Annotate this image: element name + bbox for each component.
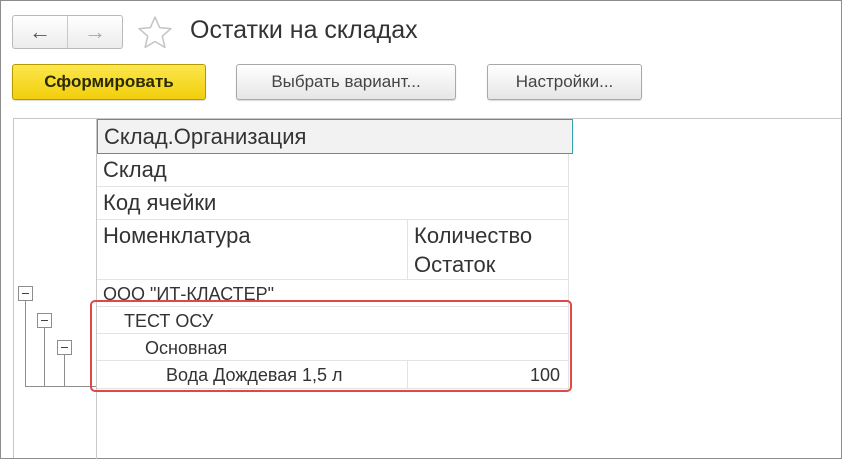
header-nomenclature[interactable]: Номенклатура (97, 220, 408, 280)
forward-button[interactable]: → (67, 16, 122, 48)
tree-line (64, 354, 65, 386)
arrow-left-icon: ← (29, 19, 51, 44)
tree-line (25, 386, 96, 387)
header-warehouse-organization[interactable]: Склад.Организация (97, 119, 573, 154)
collapse-cell-code-toggle[interactable] (57, 340, 72, 355)
row-organization[interactable]: ООО "ИТ-КЛАСТЕР" (97, 280, 569, 307)
row-warehouse[interactable]: ТЕСТ ОСУ (97, 307, 569, 334)
arrow-right-icon: → (84, 19, 106, 44)
navigation-buttons: ← → (12, 15, 123, 49)
row-item-name[interactable]: Вода Дождевая 1,5 л (97, 361, 408, 389)
favorite-star-icon[interactable] (137, 15, 173, 51)
back-button[interactable]: ← (13, 16, 67, 48)
report-table: Склад.Организация Склад Код ячейки Номен… (13, 118, 841, 459)
row-item-quantity[interactable]: 100 (408, 361, 569, 389)
page-title: Остатки на складах (190, 16, 418, 44)
settings-button[interactable]: Настройки... (487, 64, 642, 100)
report-window: ← → Остатки на складах Сформировать Выбр… (0, 0, 842, 459)
tree-line (25, 300, 26, 386)
header-quantity-balance[interactable]: Количество Остаток (408, 220, 569, 280)
header-balance-label: Остаток (414, 252, 496, 277)
header-cell-code[interactable]: Код ячейки (97, 187, 569, 220)
row-cell-code[interactable]: Основная (97, 334, 569, 361)
tree-line (44, 327, 45, 386)
collapse-organization-toggle[interactable] (18, 286, 33, 301)
collapse-warehouse-toggle[interactable] (37, 313, 52, 328)
header-warehouse[interactable]: Склад (97, 154, 569, 187)
generate-button[interactable]: Сформировать (12, 64, 206, 100)
header-quantity-label: Количество (414, 223, 533, 248)
choose-variant-button[interactable]: Выбрать вариант... (236, 64, 456, 100)
